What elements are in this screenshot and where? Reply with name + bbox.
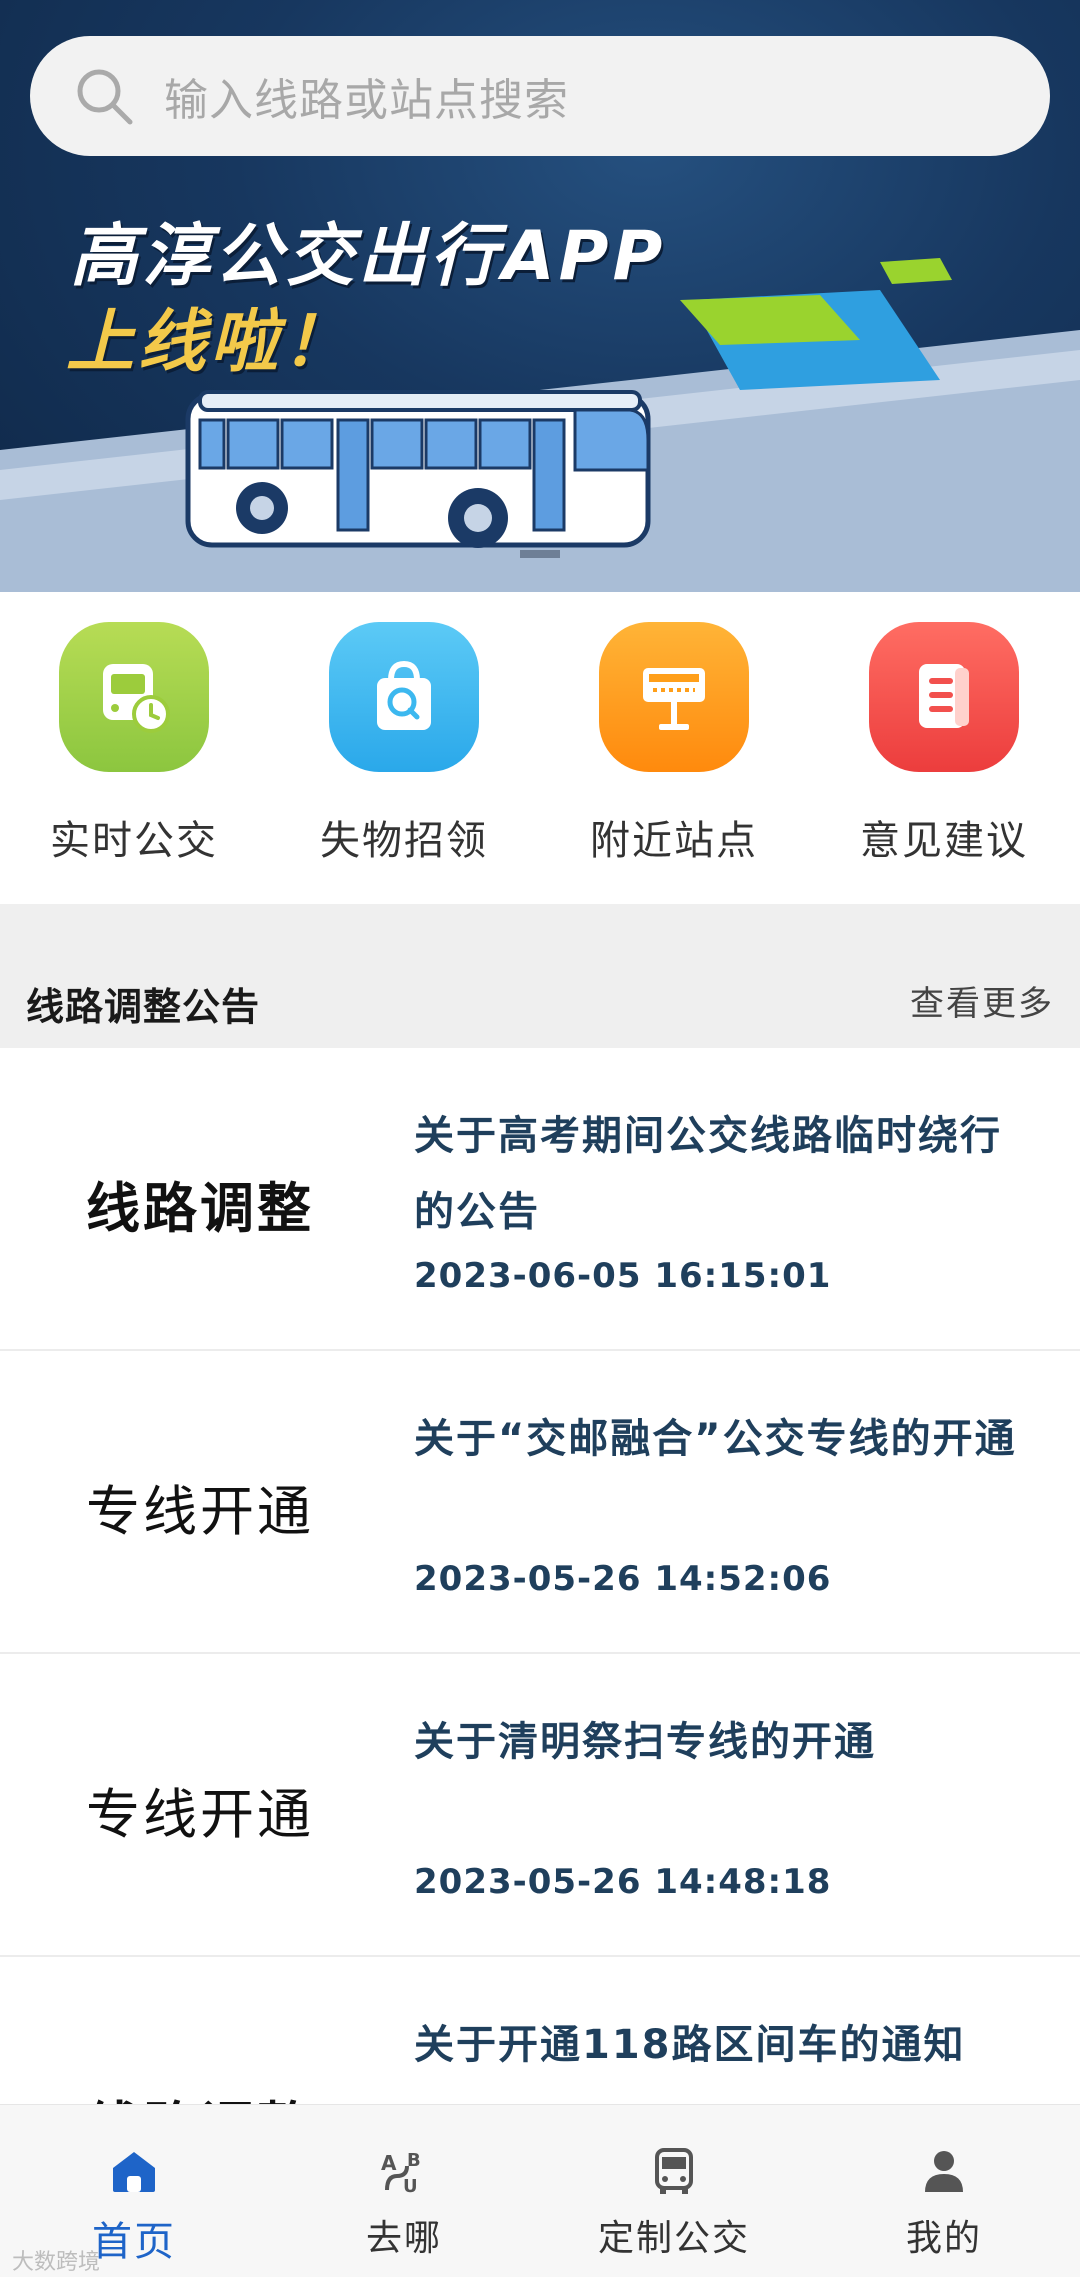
notice-category: 线路调整: [86, 1177, 314, 1240]
list-item[interactable]: 专线开通 关于清明祭扫专线的开通 2023-05-26 14:48:18: [0, 1654, 1080, 1957]
section-title: 线路调整公告: [26, 985, 261, 1029]
notice-title: 关于高考期间公交线路临时绕行的公告: [414, 1113, 1002, 1235]
list-item[interactable]: 专线开通 关于“交邮融合”公交专线的开通 2023-05-26 14:52:06: [0, 1351, 1080, 1654]
bus-illustration-icon: [185, 390, 651, 558]
notice-date: 2023-05-26 14:48:18: [414, 1862, 832, 1902]
bus-icon: [646, 2143, 702, 2199]
notice-title: 关于开通118路区间车的通知: [414, 2022, 966, 2068]
notice-date: 2023-06-05 16:15:01: [414, 1256, 832, 1296]
bottom-nav: 首页 A B U 去哪 定制公交 我的: [0, 2104, 1080, 2277]
banner-subtitle: 上线啦！: [66, 303, 355, 382]
view-more-link[interactable]: 查看更多: [910, 976, 1054, 1025]
notices-section-header: 线路调整公告 查看更多: [0, 904, 1080, 1048]
tab-label: 我的: [905, 2218, 982, 2259]
quick-action-label: 失物招领: [320, 818, 488, 864]
quick-action-label: 附近站点: [590, 818, 758, 864]
tab-label: 定制公交: [597, 2218, 750, 2259]
quick-action-realtime-bus[interactable]: 实时公交: [34, 622, 234, 866]
bus-stop-sign-icon: [599, 622, 749, 772]
user-icon: [916, 2143, 972, 2199]
notice-category: 专线开通: [86, 1480, 314, 1543]
quick-action-lost-found[interactable]: 失物招领: [304, 622, 504, 866]
notice-title: 关于清明祭扫专线的开通: [414, 1719, 876, 1765]
bus-clock-icon: [59, 622, 209, 772]
svg-text:A: A: [381, 2151, 397, 2175]
home-icon: [106, 2143, 162, 2199]
tab-profile[interactable]: 我的: [844, 2143, 1044, 2261]
search-placeholder: 输入线路或站点搜索: [164, 75, 569, 126]
tab-custom-bus[interactable]: 定制公交: [574, 2143, 774, 2261]
notice-title: 关于“交邮融合”公交专线的开通: [414, 1416, 1017, 1462]
search-input[interactable]: 输入线路或站点搜索: [30, 36, 1050, 156]
notice-category: 专线开通: [86, 1783, 314, 1846]
watermark: 大数跨境: [12, 2250, 101, 2275]
search-icon: [77, 69, 133, 125]
tab-label: 去哪: [365, 2218, 442, 2259]
quick-actions: 实时公交 失物招领 附近站点 意见建议: [0, 592, 1080, 904]
feedback-document-icon: [869, 622, 1019, 772]
banner-title: 高淳公交出行APP: [70, 217, 667, 296]
quick-action-label: 实时公交: [50, 818, 218, 864]
svg-text:B: B: [407, 2150, 421, 2171]
notice-list: 线路调整 关于高考期间公交线路临时绕行的公告 2023-06-05 16:15:…: [0, 1048, 1080, 2260]
quick-action-nearby-stops[interactable]: 附近站点: [574, 622, 774, 866]
tab-where-to[interactable]: A B U 去哪: [304, 2143, 504, 2261]
list-item[interactable]: 线路调整 关于高考期间公交线路临时绕行的公告 2023-06-05 16:15:…: [0, 1048, 1080, 1351]
quick-action-feedback[interactable]: 意见建议: [844, 622, 1044, 866]
route-ab-icon: A B U: [376, 2143, 432, 2199]
notice-date: 2023-05-26 14:52:06: [414, 1559, 832, 1599]
lost-found-bag-icon: [329, 622, 479, 772]
svg-text:U: U: [403, 2176, 418, 2196]
promo-banner[interactable]: 输入线路或站点搜索 高淳公交出行APP 上线啦！: [0, 0, 1080, 592]
quick-action-label: 意见建议: [860, 818, 1028, 864]
